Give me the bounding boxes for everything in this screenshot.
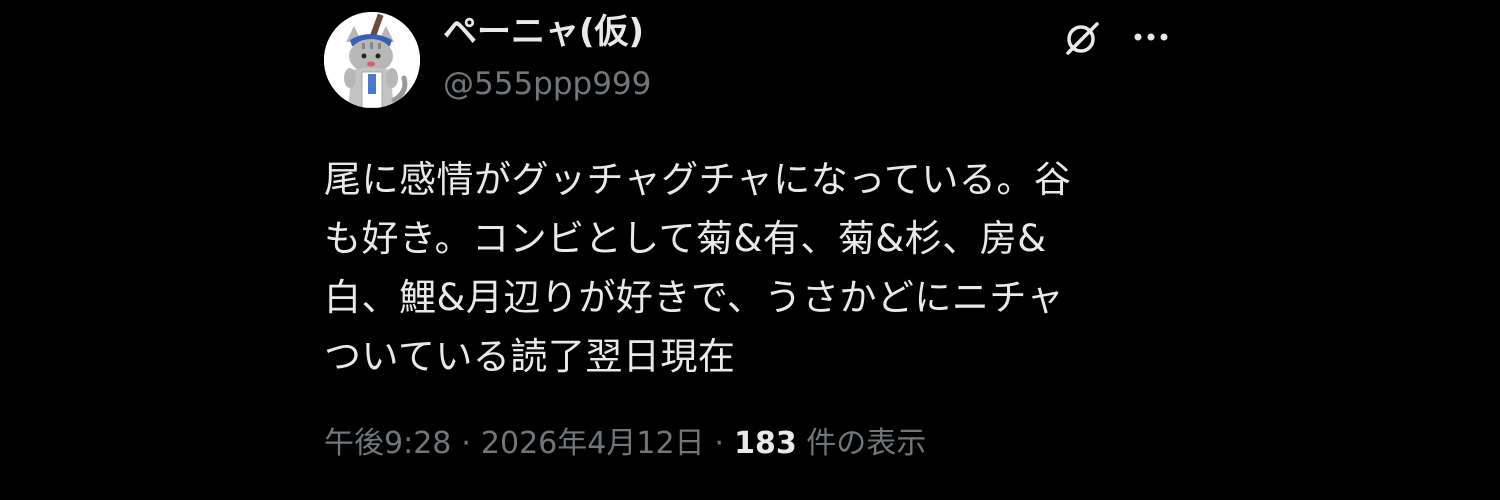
author-display-name[interactable]: ペーニャ(仮): [443, 12, 644, 53]
post-date[interactable]: 2026年4月12日: [481, 426, 705, 461]
cat-character-avatar-icon: [324, 12, 420, 108]
views-count[interactable]: 183: [734, 426, 797, 461]
tweet-detail: ペーニャ(仮) @555ppp999 尾に感情がグッチャグチャになっている。谷 …: [322, 0, 1182, 500]
meta-separator: ·: [461, 426, 471, 461]
views-label[interactable]: 件の表示: [806, 426, 926, 461]
avatar[interactable]: [324, 12, 420, 108]
grok-icon[interactable]: [1063, 18, 1103, 58]
post-body-text: 尾に感情がグッチャグチャになっている。谷 も好き。コンビとして菊&有、菊&杉、房…: [324, 158, 1072, 378]
more-options-icon[interactable]: [1131, 24, 1171, 50]
post-meta: 午後9:28 · 2026年4月12日 · 183 件の表示: [324, 426, 926, 462]
meta-separator: ·: [714, 426, 725, 461]
author-handle[interactable]: @555ppp999: [443, 66, 651, 103]
post-time[interactable]: 午後9:28: [324, 426, 451, 461]
